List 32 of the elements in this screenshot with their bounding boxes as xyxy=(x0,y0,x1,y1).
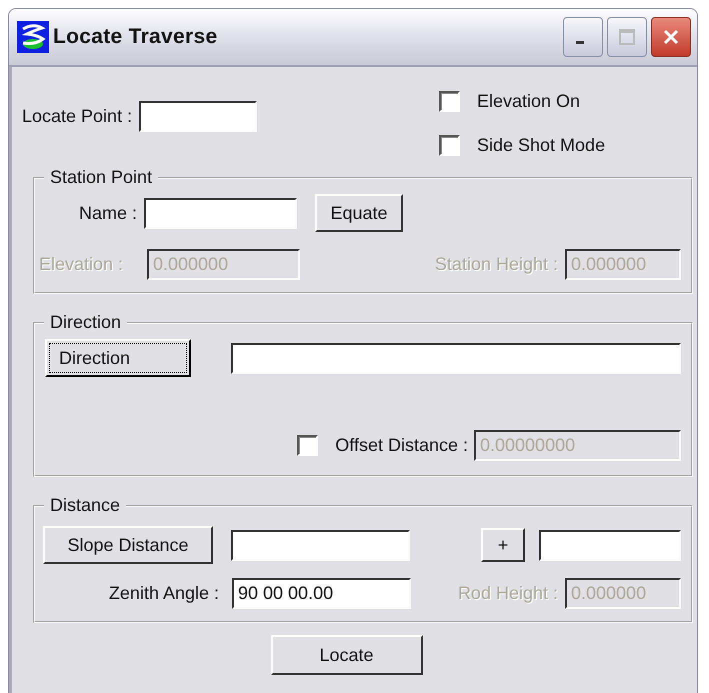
plus-button[interactable]: + xyxy=(481,528,525,562)
close-button[interactable] xyxy=(651,17,691,57)
maximize-icon xyxy=(617,27,637,47)
group-title: Direction xyxy=(49,312,122,333)
app-icon xyxy=(17,21,49,53)
slope-distance-field[interactable] xyxy=(231,530,410,560)
direction-field[interactable] xyxy=(231,342,681,374)
checkbox[interactable] xyxy=(439,135,460,156)
field-label: Name : xyxy=(78,202,138,224)
minimize-icon xyxy=(576,40,584,44)
locate-button[interactable]: Locate xyxy=(270,635,422,675)
checkbox-label: Elevation On xyxy=(477,91,580,112)
group-title: Station Point xyxy=(49,167,154,188)
field-label: Zenith Angle : xyxy=(108,583,220,604)
direction-button[interactable]: Direction xyxy=(45,339,191,377)
zenith-angle-field[interactable]: 90 00 00.00 xyxy=(232,578,411,609)
name-field[interactable] xyxy=(144,198,297,228)
checkbox-label: Offset Distance : xyxy=(335,435,468,456)
field-label: Station Height : xyxy=(434,254,558,275)
locate-point-field[interactable] xyxy=(139,101,258,132)
field-label: Rod Height : xyxy=(458,583,558,604)
equate-button[interactable]: Equate xyxy=(315,194,403,232)
window-title: Locate Traverse xyxy=(53,25,218,49)
close-icon xyxy=(661,27,681,47)
checkbox-label: Side Shot Mode xyxy=(477,135,606,156)
group-title: Distance xyxy=(49,495,122,516)
field-label: Locate Point : xyxy=(22,106,132,127)
field-label: Elevation : xyxy=(38,254,124,275)
slope-distance-button[interactable]: Slope Distance xyxy=(43,526,213,564)
checkbox[interactable] xyxy=(439,91,460,112)
minimize-button[interactable] xyxy=(563,17,603,57)
offset-field[interactable] xyxy=(539,530,681,560)
